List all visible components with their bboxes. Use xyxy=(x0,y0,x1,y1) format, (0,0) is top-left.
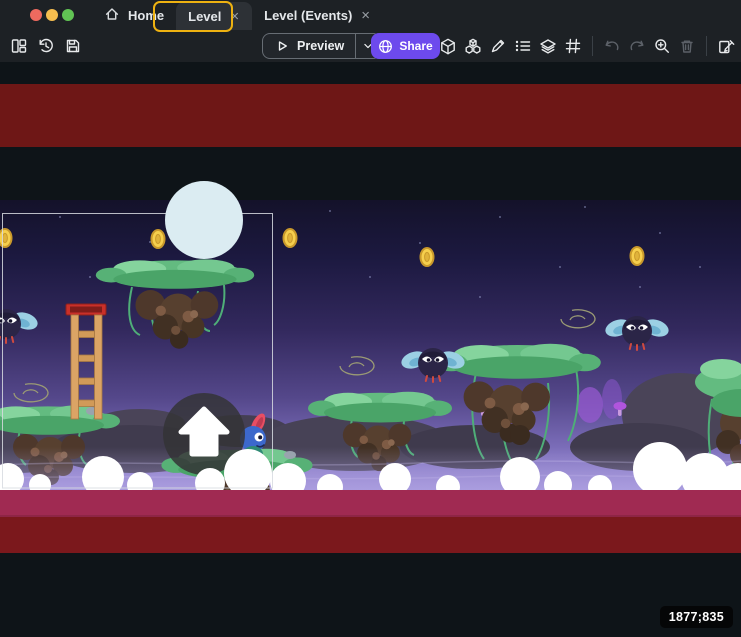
tab-level-events-close-icon[interactable]: × xyxy=(360,8,371,23)
properties-button[interactable] xyxy=(487,34,509,58)
objects-panel-button[interactable] xyxy=(437,34,459,58)
redo-button[interactable] xyxy=(626,34,648,58)
globe-icon xyxy=(378,39,393,54)
tab-home[interactable]: Home xyxy=(92,0,176,30)
scene-ground-pink-strip xyxy=(0,489,741,515)
scene-canvas[interactable] xyxy=(0,147,741,490)
play-icon xyxy=(274,38,290,54)
layers-button[interactable] xyxy=(537,34,559,58)
cursor-coordinates-badge: 1877;835 xyxy=(660,606,733,628)
scene-top-red-bar xyxy=(0,84,741,147)
project-manager-button[interactable] xyxy=(8,34,30,58)
moon[interactable] xyxy=(165,181,243,259)
coin[interactable] xyxy=(284,229,297,247)
share-label: Share xyxy=(399,39,432,53)
tab-level-events-label: Level (Events) xyxy=(264,8,352,23)
zoom-button[interactable] xyxy=(651,34,673,58)
grid-button[interactable] xyxy=(562,34,584,58)
scene-ground-red-bar xyxy=(0,515,741,553)
coin[interactable] xyxy=(631,247,644,265)
preview-button-main[interactable]: Preview xyxy=(263,34,355,58)
delete-button[interactable] xyxy=(676,34,698,58)
undo-button[interactable] xyxy=(601,34,623,58)
preview-button[interactable]: Preview xyxy=(262,33,381,59)
traffic-light-minimize[interactable] xyxy=(46,9,58,21)
tab-level-close-icon[interactable]: × xyxy=(229,9,240,24)
tab-level[interactable]: Level × xyxy=(176,2,252,30)
instances-list-button[interactable] xyxy=(512,34,534,58)
object-groups-button[interactable] xyxy=(462,34,484,58)
toolbar-separator xyxy=(592,36,593,56)
edit-scene-button[interactable] xyxy=(715,34,737,58)
title-bar: Home Level × Level (Events) × xyxy=(0,0,741,30)
save-button[interactable] xyxy=(62,34,84,58)
coin[interactable] xyxy=(0,229,12,247)
coin[interactable] xyxy=(421,248,434,266)
share-button[interactable]: Share xyxy=(371,33,440,59)
gdevelop-window: Home Level × Level (Events) × xyxy=(0,0,741,637)
preview-label: Preview xyxy=(297,39,344,53)
traffic-light-close[interactable] xyxy=(30,9,42,21)
toolbar: Preview Share xyxy=(0,30,741,62)
coin[interactable] xyxy=(152,230,165,248)
traffic-light-zoom[interactable] xyxy=(62,9,74,21)
tab-home-label: Home xyxy=(128,8,164,23)
home-icon xyxy=(104,6,120,25)
tab-level-events[interactable]: Level (Events) × xyxy=(252,0,383,30)
toolbar-separator xyxy=(706,36,707,56)
tab-bar: Home Level × Level (Events) × xyxy=(92,0,383,30)
tab-level-label: Level xyxy=(188,9,221,24)
history-button[interactable] xyxy=(35,34,57,58)
